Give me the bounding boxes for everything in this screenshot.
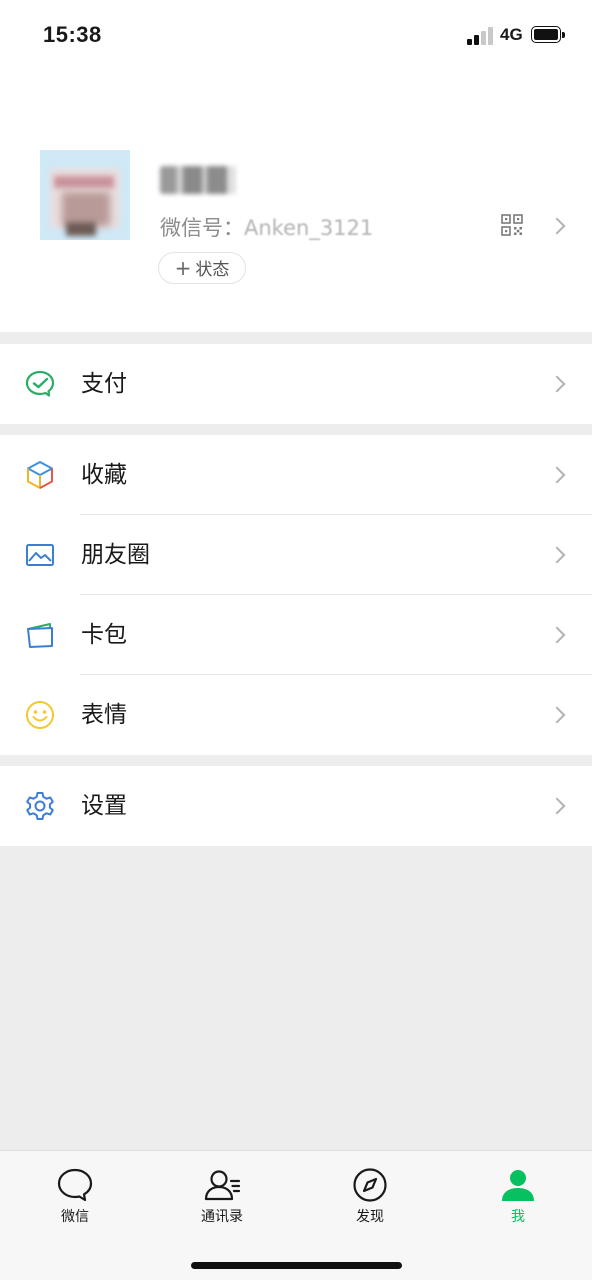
tab-label: 我 xyxy=(511,1209,525,1225)
tab-contacts[interactable]: 通讯录 xyxy=(162,1165,282,1226)
status-button-label: 状态 xyxy=(195,260,230,280)
smiley-icon xyxy=(26,701,54,729)
chat-bubble-icon xyxy=(57,1168,93,1202)
profile-chevron-right-icon xyxy=(548,217,566,235)
contacts-icon xyxy=(204,1170,241,1201)
nickname-blurred xyxy=(160,166,236,194)
menu-group-settings: 设置 xyxy=(0,766,592,846)
chevron-right-icon xyxy=(548,546,566,564)
tab-bar: 微信 通讯录 发现 我 xyxy=(0,1150,592,1280)
menu-item-label: 表情 xyxy=(81,702,127,728)
chevron-right-icon xyxy=(548,375,566,393)
network-type: 4G xyxy=(500,25,523,44)
plus-icon: + xyxy=(174,256,192,280)
menu-item-label: 支付 xyxy=(81,371,127,397)
menu-item-settings[interactable]: 设置 xyxy=(0,766,592,846)
qr-code-icon[interactable] xyxy=(501,214,523,236)
add-status-button[interactable]: + 状态 xyxy=(158,252,246,284)
compass-icon xyxy=(353,1168,387,1202)
chevron-right-icon xyxy=(548,626,566,644)
wechat-id-label: 微信号： xyxy=(160,216,244,240)
person-icon xyxy=(502,1170,534,1201)
status-time: 15:38 xyxy=(43,22,102,47)
wechat-id-value: Anken_3121 xyxy=(244,216,374,240)
tab-discover[interactable]: 发现 xyxy=(310,1165,430,1226)
tab-chats[interactable]: 微信 xyxy=(15,1165,135,1226)
menu-group-pay: 支付 xyxy=(0,344,592,424)
tab-label: 微信 xyxy=(61,1209,89,1225)
menu-item-label: 朋友圈 xyxy=(81,542,150,568)
cellular-signal-icon xyxy=(467,27,495,45)
gear-icon xyxy=(26,792,54,820)
wechat-pay-icon xyxy=(25,370,55,397)
menu-item-pay[interactable]: 支付 xyxy=(0,344,592,424)
card-wallet-icon xyxy=(27,623,53,648)
home-indicator[interactable] xyxy=(191,1262,402,1269)
tab-me[interactable]: 我 xyxy=(458,1165,578,1226)
menu-item-label: 设置 xyxy=(81,793,127,819)
menu-group-main: 收藏 朋友圈 卡包 表情 xyxy=(0,435,592,755)
chevron-right-icon xyxy=(548,466,566,484)
tab-label: 通讯录 xyxy=(201,1209,243,1225)
moments-picture-icon xyxy=(26,544,54,566)
menu-item-label: 卡包 xyxy=(81,622,127,648)
battery-icon xyxy=(531,26,565,43)
tab-label: 发现 xyxy=(356,1209,384,1225)
menu-item-favorites[interactable]: 收藏 xyxy=(0,435,592,515)
profile-header[interactable]: 微信号：Anken_3121 + 状态 xyxy=(0,70,592,332)
favorites-cube-icon xyxy=(27,461,53,489)
menu-item-card-wallet[interactable]: 卡包 xyxy=(0,595,592,675)
menu-item-stickers[interactable]: 表情 xyxy=(0,675,592,755)
chevron-right-icon xyxy=(548,797,566,815)
menu-item-moments[interactable]: 朋友圈 xyxy=(0,515,592,595)
wechat-id: 微信号：Anken_3121 xyxy=(160,212,373,242)
status-bar: 15:38 4G xyxy=(0,0,592,70)
menu-item-label: 收藏 xyxy=(81,462,127,488)
avatar[interactable] xyxy=(40,150,130,240)
chevron-right-icon xyxy=(548,706,566,724)
